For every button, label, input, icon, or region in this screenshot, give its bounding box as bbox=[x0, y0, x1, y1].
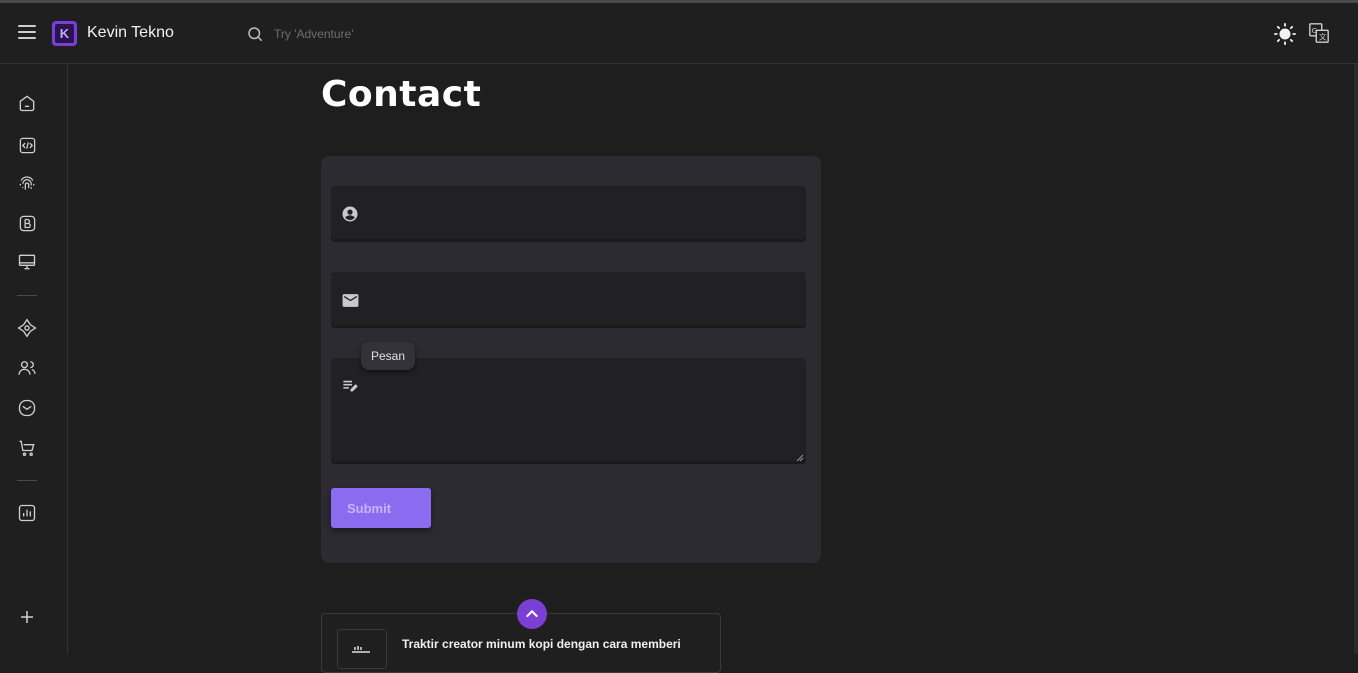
account-circle-icon bbox=[342, 206, 358, 222]
edit-note-icon bbox=[343, 380, 358, 392]
mail-icon bbox=[18, 399, 36, 417]
desktop-icon bbox=[18, 254, 36, 270]
sidebar-divider bbox=[17, 480, 37, 481]
svg-text:文: 文 bbox=[1319, 32, 1327, 41]
message-textarea[interactable] bbox=[373, 358, 793, 464]
compass-icon bbox=[17, 318, 37, 338]
hamburger-menu-icon[interactable] bbox=[18, 25, 36, 41]
sun-icon[interactable] bbox=[1274, 23, 1296, 45]
chart-icon bbox=[18, 504, 36, 522]
svg-text:G: G bbox=[1312, 26, 1318, 35]
brand-name[interactable]: Kevin Tekno bbox=[87, 24, 174, 42]
search-bar[interactable] bbox=[246, 23, 546, 45]
submit-button[interactable]: Submit bbox=[331, 488, 431, 528]
sidebar-item-users[interactable] bbox=[16, 357, 38, 379]
sidebar-item-fingerprint[interactable] bbox=[16, 172, 38, 194]
sidebar-item-stats[interactable] bbox=[16, 502, 38, 524]
search-icon bbox=[248, 27, 263, 42]
chevron-up-icon bbox=[526, 609, 538, 617]
scroll-to-top-button[interactable] bbox=[517, 599, 547, 629]
coffee-icon bbox=[337, 629, 387, 669]
cart-icon bbox=[19, 440, 35, 457]
donate-text: Traktir creator minum kopi dengan cara m… bbox=[402, 637, 681, 651]
resize-handle-icon[interactable] bbox=[796, 454, 804, 462]
sidebar-item-explore[interactable] bbox=[16, 317, 38, 339]
name-input[interactable] bbox=[373, 186, 793, 242]
contact-form: Pesan Submit bbox=[321, 156, 821, 563]
sidebar-item-blog[interactable] bbox=[16, 212, 38, 234]
sidebar-item-add[interactable] bbox=[16, 606, 38, 628]
page-title: Contact bbox=[321, 74, 482, 115]
name-field[interactable] bbox=[331, 186, 806, 242]
page-scrollbar[interactable] bbox=[1354, 64, 1358, 654]
brand-logo[interactable]: K bbox=[52, 21, 77, 46]
top-bar: K Kevin Tekno G文 bbox=[0, 3, 1358, 64]
sidebar-item-contact[interactable] bbox=[16, 397, 38, 419]
email-icon bbox=[342, 294, 359, 307]
brand-logo-letter: K bbox=[55, 24, 74, 43]
search-input[interactable] bbox=[274, 27, 534, 41]
translate-icon[interactable]: G文 bbox=[1308, 22, 1330, 44]
plus-icon bbox=[21, 611, 33, 623]
users-icon bbox=[18, 361, 36, 375]
sidebar bbox=[0, 64, 68, 654]
message-label-tooltip: Pesan bbox=[361, 342, 416, 370]
code-icon bbox=[19, 137, 35, 153]
message-field[interactable] bbox=[331, 358, 806, 464]
sidebar-item-home[interactable] bbox=[16, 92, 38, 114]
blog-icon bbox=[19, 215, 35, 231]
email-field[interactable] bbox=[331, 272, 806, 328]
sidebar-item-shop[interactable] bbox=[16, 437, 38, 459]
email-input[interactable] bbox=[373, 272, 793, 328]
sidebar-divider bbox=[17, 295, 37, 296]
sidebar-item-code[interactable] bbox=[16, 134, 38, 156]
fingerprint-icon bbox=[19, 176, 35, 190]
home-icon bbox=[19, 95, 35, 112]
sidebar-item-desktop[interactable] bbox=[16, 251, 38, 273]
